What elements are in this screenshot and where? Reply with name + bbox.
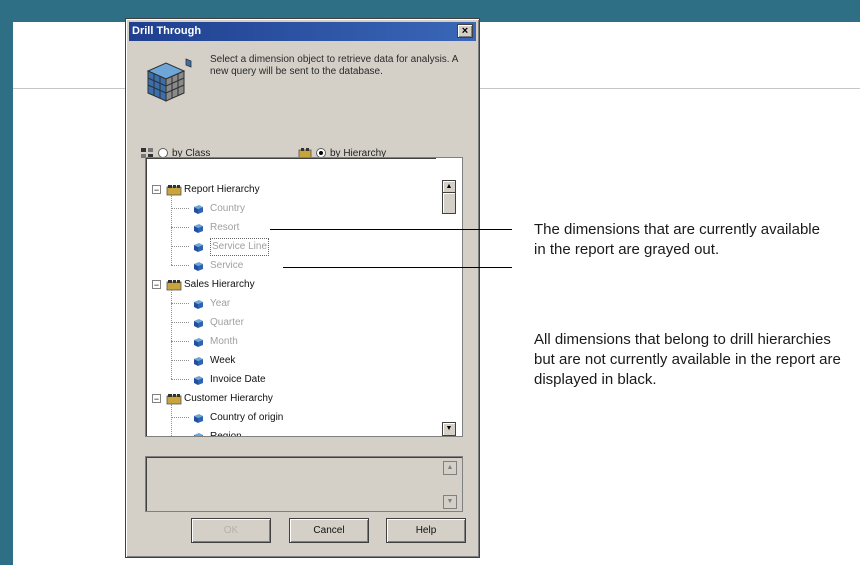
tree-dimension-node[interactable]: Quarter bbox=[146, 313, 436, 332]
tree-connector bbox=[171, 227, 189, 228]
tree-node-label: Service bbox=[210, 260, 244, 271]
collapse-icon[interactable]: − bbox=[152, 185, 161, 195]
tree-dimension-node[interactable]: Region bbox=[146, 427, 436, 437]
tree-parent-node[interactable]: − Sales Hierarchy bbox=[146, 275, 436, 294]
tree-connector bbox=[171, 290, 172, 379]
tree-connector bbox=[171, 303, 189, 304]
tree-dimension-node[interactable]: Service bbox=[146, 256, 436, 275]
tree-dimension-node[interactable]: Year bbox=[146, 294, 436, 313]
drill-through-dialog: Drill Through × Select a dimension objec… bbox=[125, 18, 480, 558]
tree-node-label: Week bbox=[210, 355, 236, 366]
cancel-button[interactable]: Cancel bbox=[289, 518, 369, 543]
tree-connector bbox=[171, 341, 189, 342]
tree-node-label: Country bbox=[210, 203, 246, 214]
tree-connector bbox=[171, 246, 189, 247]
cube-icon bbox=[146, 58, 192, 102]
tree-node-label: Invoice Date bbox=[210, 374, 266, 385]
tree-dimension-node[interactable]: Week bbox=[146, 351, 436, 370]
tree-node-label: Resort bbox=[210, 222, 240, 233]
tree-node-label: Service Line bbox=[210, 238, 270, 256]
help-button[interactable]: Help bbox=[386, 518, 466, 543]
close-icon: × bbox=[461, 25, 469, 37]
tree-connector bbox=[171, 417, 189, 418]
tree-dimension-node[interactable]: Country of origin bbox=[146, 408, 436, 427]
intro-text: Select a dimension object to retrieve da… bbox=[210, 54, 458, 77]
tree-node-label: Country of origin bbox=[210, 412, 284, 423]
ok-button[interactable]: OK bbox=[191, 518, 271, 543]
scroll-down-arrow[interactable]: ▼ bbox=[442, 422, 456, 436]
callout-line-grayed bbox=[270, 229, 512, 230]
tree-connector bbox=[171, 379, 189, 380]
desc-scroll-down-arrow[interactable]: ▼ bbox=[443, 495, 457, 509]
dimension-tree[interactable]: − Report Hierarchy Country Resort Service Li… bbox=[145, 157, 463, 437]
grayed-annotation: The dimensions that are currently availa… bbox=[534, 221, 820, 258]
tree-dimension-node[interactable]: Resort bbox=[146, 218, 436, 237]
tree-connector bbox=[171, 360, 189, 361]
description-box: ▲ ▼ bbox=[145, 456, 463, 512]
collapse-icon[interactable]: − bbox=[152, 280, 161, 290]
tree-connector bbox=[171, 195, 172, 265]
tree-dimension-node[interactable]: Service Line bbox=[146, 237, 436, 256]
tree-node-label: Quarter bbox=[210, 317, 244, 328]
tree-node-label: Report Hierarchy bbox=[184, 184, 260, 195]
tree-connector bbox=[171, 265, 189, 266]
desc-scroll-up-arrow[interactable]: ▲ bbox=[443, 461, 457, 475]
tree-list: − Report Hierarchy Country Resort Service Li… bbox=[146, 180, 436, 437]
title-bar: Drill Through × bbox=[129, 22, 476, 41]
callout-line-black bbox=[283, 267, 512, 268]
tree-connector bbox=[171, 436, 189, 437]
close-button[interactable]: × bbox=[457, 24, 473, 38]
tree-connector bbox=[171, 322, 189, 323]
slide-left-band bbox=[0, 0, 13, 565]
dialog-title: Drill Through bbox=[132, 25, 202, 37]
tree-node-label: Year bbox=[210, 298, 231, 309]
tree-dimension-node[interactable]: Invoice Date bbox=[146, 370, 436, 389]
tree-node-label: Month bbox=[210, 336, 238, 347]
tree-dimension-node[interactable]: Month bbox=[146, 332, 436, 351]
tree-connector bbox=[171, 404, 172, 436]
tree-connector bbox=[171, 208, 189, 209]
dimension-icon bbox=[192, 431, 204, 436]
tree-parent-node[interactable]: − Report Hierarchy bbox=[146, 180, 436, 199]
collapse-icon[interactable]: − bbox=[152, 394, 161, 404]
tree-node-label: Customer Hierarchy bbox=[184, 393, 273, 404]
black-annotation: All dimensions that belong to drill hier… bbox=[534, 331, 841, 388]
tree-dimension-node[interactable]: Country bbox=[146, 199, 436, 218]
tree-node-label: Region bbox=[210, 431, 242, 437]
tree-node-label: Sales Hierarchy bbox=[184, 279, 255, 290]
tree-parent-node[interactable]: − Customer Hierarchy bbox=[146, 389, 436, 408]
scroll-thumb[interactable] bbox=[442, 192, 456, 214]
tree-scrollbar[interactable]: ▲ ▼ bbox=[436, 158, 462, 436]
